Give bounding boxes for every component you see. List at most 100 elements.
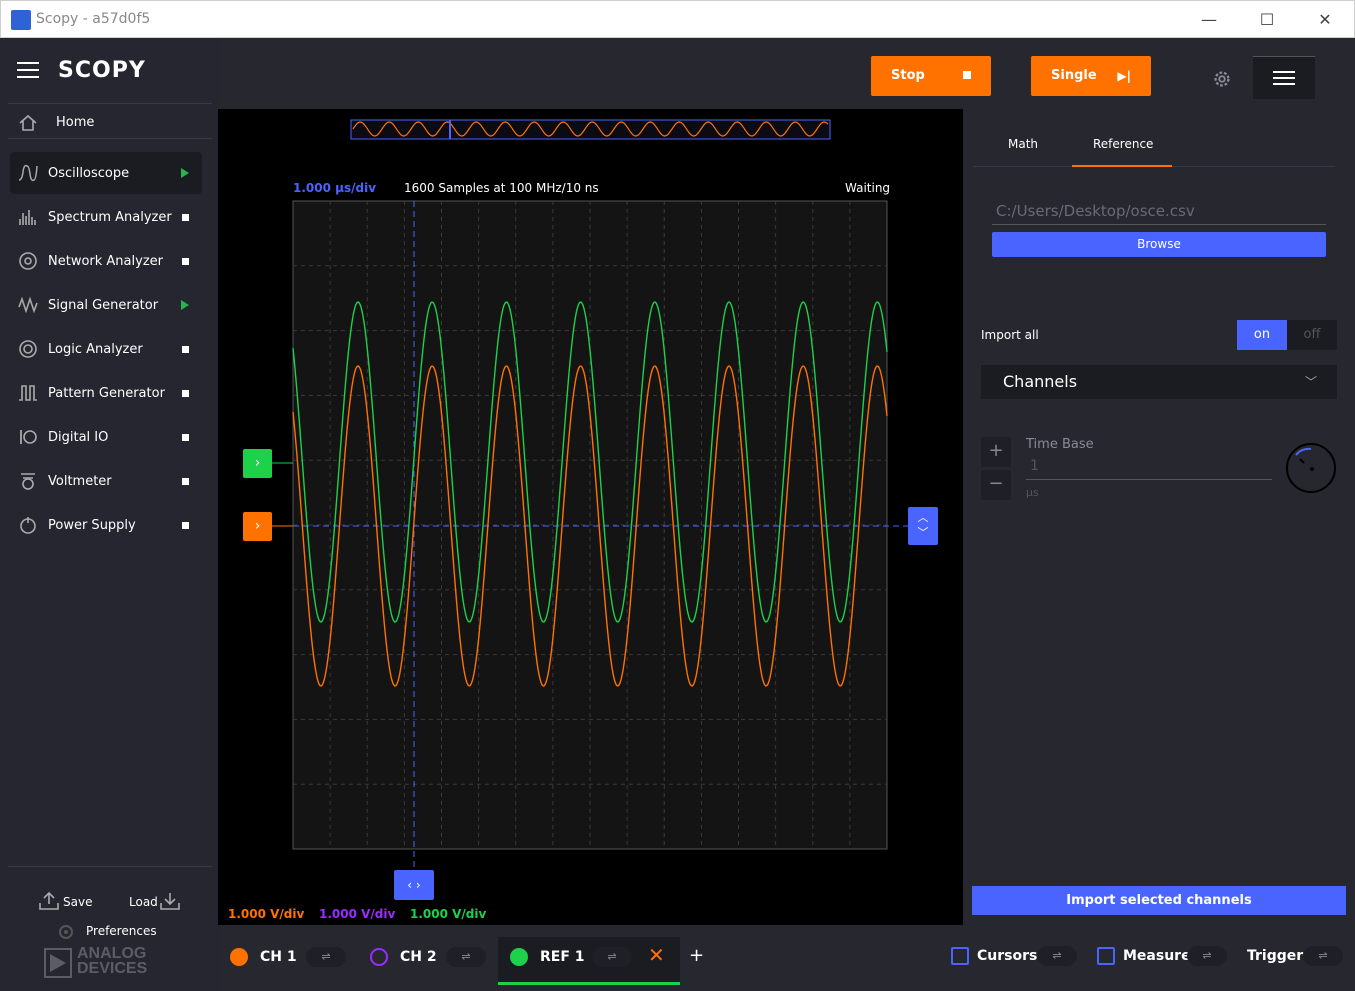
channels-dropdown[interactable]: Channels ﹀ <box>981 365 1337 399</box>
sidebar-item-label: Network Analyzer <box>48 254 163 269</box>
sidebar-item-label: Power Supply <box>48 518 136 533</box>
plot-canvas[interactable] <box>218 109 963 925</box>
measure-toggle[interactable]: Measure ⇌ <box>1097 946 1227 971</box>
signal-generator-icon <box>18 296 38 314</box>
stopped-indicator-icon[interactable] <box>182 390 189 397</box>
voltmeter-icon <box>21 473 35 490</box>
save-icon[interactable] <box>38 891 60 911</box>
channel-ref1[interactable]: REF 1 ⇌ ✕ <box>498 937 680 985</box>
pattern-generator-icon <box>19 385 37 401</box>
add-channel-icon[interactable]: + <box>689 945 704 966</box>
cursors-toggle[interactable]: Cursors ⇌ <box>951 946 1081 971</box>
step-icon: ▶| <box>1117 69 1131 83</box>
cursors-checkbox[interactable] <box>951 947 969 965</box>
window-titlebar: Scopy - a57d0f5 — ☐ ✕ <box>0 0 1355 38</box>
time-base-input[interactable]: 1 <box>1026 458 1272 480</box>
ch1-color-indicator[interactable] <box>230 948 248 966</box>
ch1-settings-icon[interactable]: ⇌ <box>306 947 346 967</box>
tab-math[interactable]: Math <box>1008 137 1038 151</box>
sidebar-item-oscilloscope[interactable]: Oscilloscope <box>10 152 202 194</box>
digital-io-icon <box>20 430 37 444</box>
brand-line-2: DEVICES <box>77 960 148 977</box>
close-window-button[interactable]: ✕ <box>1303 7 1347 33</box>
sidebar-item-label: Home <box>56 115 95 130</box>
running-indicator-icon[interactable] <box>181 300 189 310</box>
stop-button[interactable]: Stop <box>871 56 991 96</box>
trigger-settings-icon[interactable]: ⇌ <box>1303 946 1343 966</box>
sidebar-item-pattern-generator[interactable]: Pattern Generator <box>10 372 202 414</box>
import-all-label: Import all <box>981 328 1039 342</box>
chevron-down-icon: ﹀ <box>1304 375 1317 389</box>
browse-button[interactable]: Browse <box>992 232 1326 257</box>
measure-checkbox[interactable] <box>1097 947 1115 965</box>
stopped-indicator-icon[interactable] <box>182 522 189 529</box>
trigger-label: Trigger <box>1247 948 1304 964</box>
single-button-label: Single <box>1051 68 1097 83</box>
samples-label: 1600 Samples at 100 MHz/10 ns <box>404 181 599 195</box>
time-base-unit: µs <box>1026 486 1039 499</box>
remove-reference-icon[interactable]: ✕ <box>648 943 665 967</box>
menu-icon[interactable] <box>17 62 39 80</box>
sidebar-divider <box>8 138 212 139</box>
scopy-logo: SCOPY <box>58 58 146 83</box>
single-button[interactable]: Single ▶| <box>1031 56 1151 96</box>
load-button[interactable]: Load <box>129 895 158 909</box>
trigger-level-handle[interactable]: ︿ ﹀ <box>908 507 938 545</box>
ch2-settings-icon[interactable]: ⇌ <box>446 947 486 967</box>
ref1-label: REF 1 <box>540 949 585 965</box>
sidebar-divider <box>8 866 212 867</box>
stopped-indicator-icon[interactable] <box>182 434 189 441</box>
sidebar-item-power-supply[interactable]: Power Supply <box>10 504 202 546</box>
stopped-indicator-icon[interactable] <box>182 214 189 221</box>
stopped-indicator-icon[interactable] <box>182 346 189 353</box>
stop-button-label: Stop <box>891 68 925 83</box>
save-button[interactable]: Save <box>63 895 92 909</box>
network-icon <box>19 252 37 270</box>
stopped-indicator-icon[interactable] <box>182 478 189 485</box>
running-indicator-icon[interactable] <box>181 168 189 178</box>
time-base-decrement-button[interactable]: − <box>981 470 1011 500</box>
minimize-button[interactable]: — <box>1187 7 1231 33</box>
time-base-knob[interactable] <box>1286 443 1336 493</box>
trigger-toggle[interactable]: Trigger ⇌ <box>1221 946 1346 971</box>
preferences-button[interactable]: Preferences <box>86 924 157 938</box>
sidebar-item-voltmeter[interactable]: Voltmeter <box>10 460 202 502</box>
import-selected-channels-button[interactable]: Import selected channels <box>972 886 1346 915</box>
general-settings-button[interactable] <box>1253 56 1315 99</box>
import-all-toggle[interactable]: on off <box>1237 320 1337 350</box>
sidebar-item-label: Signal Generator <box>48 298 159 313</box>
settings-gear-icon[interactable] <box>1211 68 1233 90</box>
toggle-off[interactable]: off <box>1287 320 1337 350</box>
logic-analyzer-icon <box>19 340 37 358</box>
load-icon[interactable] <box>159 891 181 911</box>
home-icon <box>19 114 37 131</box>
time-base-increment-button[interactable]: + <box>981 437 1011 467</box>
oscilloscope-plot[interactable]: 1.000 µs/div 1600 Samples at 100 MHz/10 … <box>218 109 963 925</box>
trigger-position-handle[interactable]: ‹ › <box>394 870 434 900</box>
preferences-gear-icon[interactable] <box>56 922 76 942</box>
sidebar-item-signal-generator[interactable]: Signal Generator <box>10 284 202 326</box>
cursors-settings-icon[interactable]: ⇌ <box>1037 946 1077 966</box>
stopped-indicator-icon[interactable] <box>182 258 189 265</box>
cursors-label: Cursors <box>977 948 1038 964</box>
tab-reference[interactable]: Reference <box>1093 137 1153 151</box>
toggle-on[interactable]: on <box>1237 320 1287 350</box>
sidebar-item-logic-analyzer[interactable]: Logic Analyzer <box>10 328 202 370</box>
reference-file-path-input[interactable]: C:/Users/Desktop/osce.csv <box>992 199 1326 225</box>
sidebar-item-network-analyzer[interactable]: Network Analyzer <box>10 240 202 282</box>
sidebar-item-home[interactable]: Home <box>14 110 204 138</box>
sidebar-item-spectrum-analyzer[interactable]: Spectrum Analyzer <box>10 196 202 238</box>
window-title: Scopy - a57d0f5 <box>36 11 151 27</box>
channel-ch2[interactable]: CH 2 ⇌ <box>358 937 488 985</box>
ref1-offset-handle[interactable]: › <box>243 449 272 478</box>
sidebar-item-label: Logic Analyzer <box>48 342 143 357</box>
ref1-color-indicator[interactable] <box>510 948 528 966</box>
ref1-settings-icon[interactable]: ⇌ <box>592 947 632 967</box>
ch2-color-indicator[interactable] <box>370 948 388 966</box>
ch1-offset-handle[interactable]: › <box>243 512 272 541</box>
reference-settings-panel: Math Reference C:/Users/Desktop/osce.csv… <box>963 109 1355 925</box>
sidebar-item-digital-io[interactable]: Digital IO <box>10 416 202 458</box>
maximize-button[interactable]: ☐ <box>1245 7 1289 33</box>
ref1-volts-per-div: 1.000 V/div <box>410 907 487 921</box>
channel-ch1[interactable]: CH 1 ⇌ <box>218 937 348 985</box>
